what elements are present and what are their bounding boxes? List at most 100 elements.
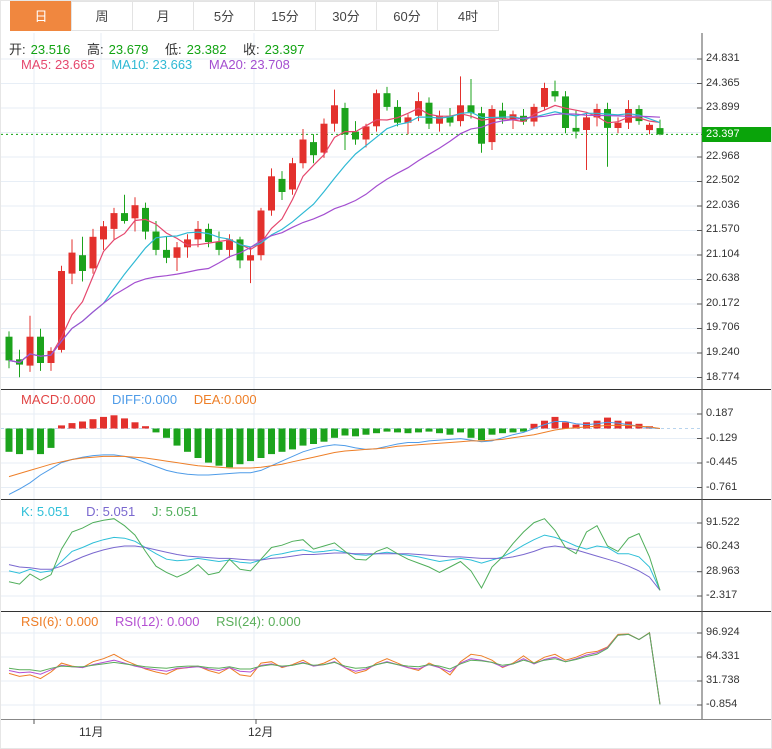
tab-month[interactable]: 月: [132, 1, 194, 31]
tab-day[interactable]: 日: [10, 1, 72, 31]
rsi24-line: [8, 632, 661, 705]
candle-body: [614, 122, 622, 128]
candle-body: [394, 106, 401, 123]
d-value: D: 5.051: [86, 504, 136, 519]
d-line: [8, 545, 661, 591]
macd-bar: [173, 428, 181, 446]
candle-body: [5, 336, 13, 361]
low-label: 低:: [165, 42, 182, 57]
macd-bar: [320, 428, 328, 442]
candle-body: [215, 242, 223, 250]
candle-body: [173, 247, 181, 258]
macd-bar: [142, 426, 149, 429]
ma-summary: MA5: 23.665 MA10: 23.663 MA20: 23.708: [21, 57, 295, 72]
macd-bar: [194, 428, 202, 458]
candle-body: [79, 255, 86, 271]
macd-bar: [47, 428, 55, 448]
rsi12-line: [8, 632, 661, 705]
macd-bar: [184, 428, 191, 452]
candle-body: [121, 213, 128, 221]
ma20-value: MA20: 23.708: [208, 57, 290, 72]
macd-bar: [446, 428, 454, 435]
macd-bar: [5, 428, 13, 452]
chart-canvas[interactable]: [1, 1, 772, 749]
candle-body: [163, 249, 170, 258]
macd-bar: [26, 428, 34, 451]
macd-bar: [593, 420, 601, 429]
macd-bar: [310, 428, 317, 444]
candle-body: [562, 96, 569, 128]
ma5-value: MA5: 23.665: [21, 57, 95, 72]
candle-body: [89, 236, 97, 269]
tab-week[interactable]: 周: [71, 1, 133, 31]
candle-body: [583, 117, 590, 130]
candle-body: [247, 255, 254, 261]
last-price-badge: 23.397: [702, 126, 771, 142]
candle-body: [257, 210, 265, 256]
macd-bar: [509, 428, 517, 433]
macd-bar: [163, 428, 170, 438]
candle-body: [68, 252, 76, 274]
candle-body: [341, 108, 349, 135]
candle-body: [194, 228, 202, 240]
rsi6-line: [8, 631, 661, 705]
open-value: 23.516: [30, 42, 71, 57]
macd-bar: [121, 418, 128, 429]
rsi-summary: RSI(6): 0.000 RSI(12): 0.000 RSI(24): 0.…: [21, 614, 306, 629]
macd-bar: [352, 428, 359, 437]
macd-bar: [614, 420, 622, 429]
macd-bar: [89, 419, 97, 429]
macd-bar: [362, 428, 370, 435]
candle-body: [268, 176, 275, 211]
macd-bar: [478, 428, 485, 441]
macd-summary: MACD:0.000 DIFF:0.000 DEA:0.000: [21, 392, 262, 407]
tab-30min[interactable]: 30分: [315, 1, 377, 31]
tab-5min[interactable]: 5分: [193, 1, 255, 31]
ma10-value: MA10: 23.663: [111, 57, 193, 72]
candle-body: [37, 336, 44, 363]
dea-value: DEA:0.000: [193, 392, 257, 407]
macd-bar: [562, 422, 569, 429]
macd-bar: [236, 428, 244, 465]
tab-60min[interactable]: 60分: [376, 1, 438, 31]
rsi12-value: RSI(12): 0.000: [114, 614, 200, 629]
macd-bar: [457, 428, 464, 433]
x-axis-month-label: 12月: [248, 725, 274, 739]
macd-bar: [415, 428, 422, 433]
macd-bar: [394, 428, 401, 433]
candle-body: [110, 213, 118, 229]
candle-body: [278, 178, 286, 192]
macd-bar: [341, 428, 349, 436]
candle-body: [656, 128, 664, 135]
candle-body: [320, 123, 328, 153]
candle-body: [383, 93, 391, 107]
rsi24-value: RSI(24): 0.000: [216, 614, 301, 629]
candle-body: [352, 131, 359, 140]
macd-bar: [425, 428, 433, 432]
candle-body: [572, 127, 580, 132]
macd-bar: [131, 422, 139, 429]
macd-bar: [205, 428, 212, 463]
macd-bar: [299, 428, 307, 446]
tab-4hour[interactable]: 4时: [437, 1, 499, 31]
candle-body: [541, 88, 548, 107]
kdj-summary: K: 5.051 D: 5.051 J: 5.051: [21, 504, 203, 519]
macd-bar: [383, 428, 391, 432]
candle-body: [436, 115, 443, 124]
high-value: 23.679: [108, 42, 149, 57]
close-label: 收:: [243, 42, 260, 57]
candle-body: [205, 228, 212, 242]
tab-15min[interactable]: 15分: [254, 1, 316, 31]
macd-bar: [488, 428, 496, 435]
candle-body: [131, 205, 139, 219]
macd-bar: [58, 425, 65, 429]
macd-bar: [467, 428, 475, 438]
close-value: 23.397: [264, 42, 305, 57]
j-value: J: 5.051: [151, 504, 199, 519]
candle-body: [646, 124, 653, 131]
macd-bar: [37, 428, 44, 455]
timeframe-tabbar: 日 周 月 5分 15分 30分 60分 4时: [1, 1, 771, 31]
macd-bar: [152, 428, 160, 433]
candle-body: [100, 226, 107, 240]
macd-bar: [16, 428, 23, 455]
